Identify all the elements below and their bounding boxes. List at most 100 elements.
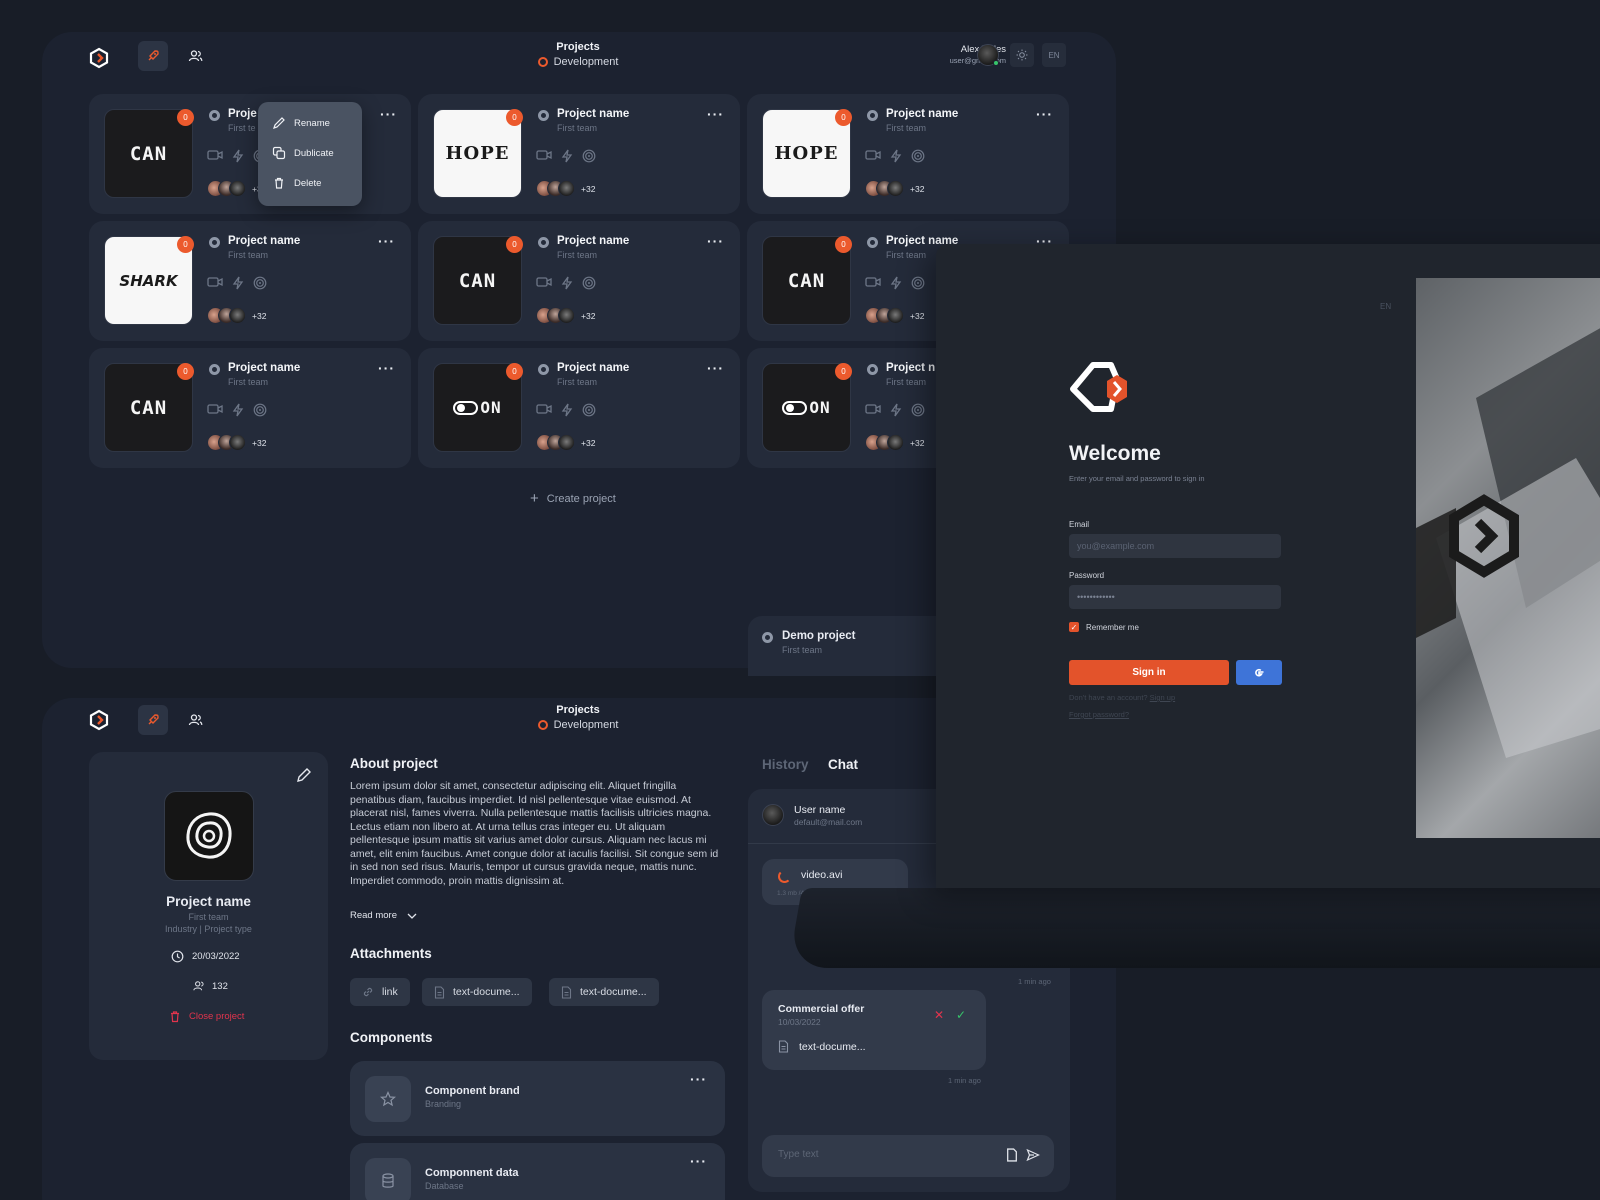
member-avatars[interactable]: +32 [207, 434, 266, 451]
member-avatars[interactable]: +32 [536, 307, 595, 324]
app-logo-icon[interactable] [88, 709, 110, 731]
create-project-button[interactable]: + Create project [530, 490, 616, 507]
component-card[interactable]: Componnent data Database ··· [350, 1143, 725, 1200]
select-radio[interactable] [538, 237, 549, 248]
attachment-document[interactable]: text-docume... [422, 978, 532, 1006]
logo-text: CAN [787, 269, 826, 292]
more-options-icon[interactable]: ··· [378, 360, 395, 376]
menu-delete-label: Delete [294, 177, 322, 189]
sun-icon [1016, 49, 1028, 61]
attachment-link[interactable]: link [350, 978, 410, 1006]
lightning-icon [890, 403, 902, 417]
accept-icon[interactable]: ✓ [956, 1008, 966, 1022]
send-icon[interactable] [1026, 1148, 1040, 1162]
select-radio[interactable] [867, 110, 878, 121]
users-icon [188, 50, 202, 62]
project-card[interactable]: CAN 0 Project name First team ··· +32 [418, 221, 740, 341]
google-sign-in-button[interactable] [1236, 660, 1282, 685]
project-card[interactable]: HOPE 0 Project name First team ··· +32 [418, 94, 740, 214]
more-options-icon[interactable]: ··· [1036, 106, 1053, 122]
demo-project-name: Demo project [782, 630, 856, 642]
more-options-icon[interactable]: ··· [378, 233, 395, 249]
projects-nav-button[interactable] [138, 705, 168, 735]
member-avatars[interactable]: +32 [536, 180, 595, 197]
project-card[interactable]: ON 0 Project name First team ··· +32 [418, 348, 740, 468]
chat-input[interactable]: Type text [762, 1135, 1054, 1177]
tab-history[interactable]: History [762, 757, 809, 772]
menu-item-rename[interactable]: Rename [272, 116, 330, 130]
project-team: First team [886, 377, 927, 387]
projects-nav-button[interactable] [138, 41, 168, 71]
logo-text: ON [480, 398, 502, 417]
offer-date: 10/03/2022 [778, 1017, 821, 1027]
commercial-offer-message[interactable]: Commercial offer 10/03/2022 ✕ ✓ text-doc… [762, 990, 986, 1070]
app-logo-icon[interactable] [88, 47, 110, 69]
more-options-icon[interactable]: ··· [707, 360, 724, 376]
more-options-icon[interactable]: ··· [707, 233, 724, 249]
offer-doc-name: text-docume... [799, 1040, 866, 1053]
email-input[interactable]: you@example.com [1069, 534, 1281, 558]
team-nav-button[interactable] [180, 41, 210, 71]
member-avatars[interactable]: +32 [536, 434, 595, 451]
demo-radio[interactable] [762, 632, 773, 643]
tab-chat[interactable]: Chat [828, 757, 858, 772]
select-radio[interactable] [209, 237, 220, 248]
offer-document[interactable]: text-docume... [778, 1040, 866, 1053]
more-options-icon[interactable]: ··· [690, 1153, 707, 1169]
about-text: Lorem ipsum dolor sit amet, consectetur … [350, 780, 719, 887]
project-card[interactable]: CAN 0 Proje First te +3 [89, 94, 411, 214]
menu-item-delete[interactable]: Delete [272, 176, 321, 190]
attach-file-icon[interactable] [1006, 1148, 1018, 1162]
language-button[interactable]: EN [1042, 43, 1066, 67]
remember-checkbox[interactable]: ✓ [1069, 622, 1079, 632]
rocket-icon [148, 714, 159, 725]
header-title[interactable]: Projects Development [478, 704, 678, 731]
select-radio[interactable] [867, 237, 878, 248]
logo-on-mark: ON [782, 398, 830, 417]
menu-item-duplicate[interactable]: Dublicate [272, 146, 334, 160]
read-more-link[interactable]: Read more [350, 910, 417, 921]
project-card[interactable]: CAN 0 Project name First team ··· +32 [89, 348, 411, 468]
more-options-icon[interactable]: ··· [690, 1071, 707, 1087]
select-radio[interactable] [538, 364, 549, 375]
notification-badge: 0 [506, 236, 523, 253]
menu-rename-label: Rename [294, 117, 330, 129]
lightning-icon [561, 276, 573, 290]
more-options-icon[interactable]: ··· [707, 106, 724, 122]
select-radio[interactable] [538, 110, 549, 121]
login-language[interactable]: EN [1380, 302, 1391, 311]
select-radio[interactable] [209, 110, 220, 121]
sign-in-button[interactable]: Sign in [1069, 660, 1229, 685]
member-count: +32 [910, 310, 925, 321]
demo-project-card[interactable]: Demo project First team [748, 616, 948, 676]
select-radio[interactable] [867, 364, 878, 375]
close-project-button[interactable]: Close project [169, 1010, 244, 1023]
reject-icon[interactable]: ✕ [934, 1008, 944, 1022]
member-avatars[interactable]: +32 [865, 434, 924, 451]
project-members: 132 [192, 980, 228, 992]
team-nav-button[interactable] [180, 705, 210, 735]
member-avatars[interactable]: +3 [207, 180, 262, 197]
logo-text: CAN [129, 142, 168, 165]
edit-pencil-icon[interactable] [295, 766, 313, 784]
member-avatars[interactable]: +32 [207, 307, 266, 324]
theme-toggle-button[interactable] [1010, 43, 1034, 67]
project-card[interactable]: HOPE 0 Project name First team ··· +32 [747, 94, 1069, 214]
header-title[interactable]: Projects Development [478, 41, 678, 68]
password-input[interactable]: •••••••••••• [1069, 585, 1281, 609]
menu-duplicate-label: Dublicate [294, 147, 334, 159]
card-feature-icons [865, 276, 925, 290]
project-card[interactable]: SHARK 0 Project name First team ··· +32 [89, 221, 411, 341]
forgot-password-link[interactable]: Forgot password? [1069, 710, 1129, 719]
message-time: 1 min ago [1018, 977, 1051, 986]
sign-up-link[interactable]: Sign up [1150, 693, 1175, 702]
notification-badge: 0 [506, 109, 523, 126]
member-count: +32 [910, 183, 925, 194]
message-time: 1 min ago [948, 1076, 981, 1085]
component-card[interactable]: Component brand Branding ··· [350, 1061, 725, 1136]
member-avatars[interactable]: +32 [865, 307, 924, 324]
attachment-document[interactable]: text-docume... [549, 978, 659, 1006]
member-avatars[interactable]: +32 [865, 180, 924, 197]
more-options-icon[interactable]: ··· [380, 106, 397, 122]
select-radio[interactable] [209, 364, 220, 375]
